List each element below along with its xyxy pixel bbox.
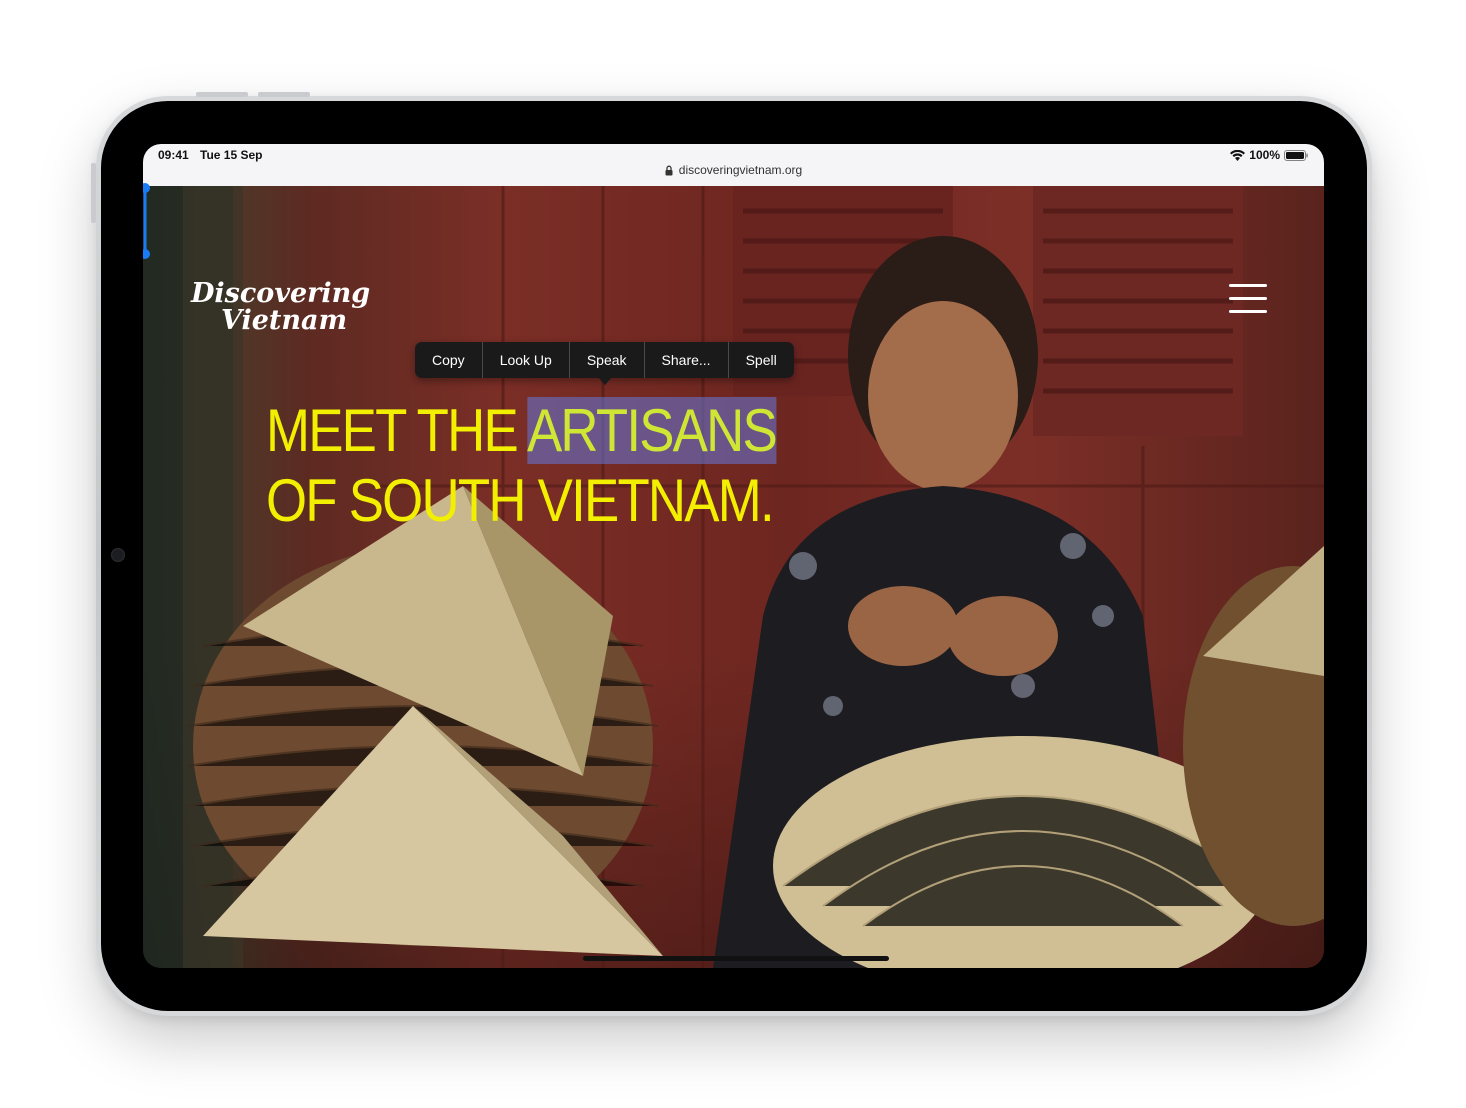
screen: 09:41 Tue 15 Sep 100% discoveringvietnam… [143,144,1324,968]
selected-text[interactable]: ARTISANS [526,397,778,464]
top-button [196,92,248,97]
wifi-icon [1230,149,1246,161]
headline-line-1: MEET THE ARTISANS [266,396,778,466]
status-indicators: 100% [1230,148,1308,162]
site-logo[interactable]: Discovering Vietnam [191,280,370,334]
spell-menu-item[interactable]: Spell [729,342,794,378]
lock-icon [665,165,673,175]
battery-percentage: 100% [1249,148,1280,162]
hero-headline: MEET THE ARTISANS OF SOUTH VIETNAM. [266,396,778,536]
hero-image: Discovering Vietnam Copy Look Up Speak S… [143,183,1324,968]
address-bar[interactable]: discoveringvietnam.org [143,163,1324,177]
copy-menu-item[interactable]: Copy [415,342,483,378]
logo-line-2: Vietnam [221,305,348,336]
status-bar: 09:41 Tue 15 Sep 100% discoveringvietnam… [143,144,1324,187]
home-indicator[interactable] [583,956,889,961]
volume-button [258,92,310,97]
text-selection-menu: Copy Look Up Speak Share... Spell [415,342,794,378]
url-text: discoveringvietnam.org [678,163,803,177]
speak-menu-item[interactable]: Speak [570,342,645,378]
headline-text: MEET THE [266,397,527,464]
look-up-menu-item[interactable]: Look Up [483,342,570,378]
status-time: 09:41 [158,148,189,162]
selection-end-handle[interactable] [143,186,150,259]
hamburger-menu-icon[interactable] [1229,284,1267,314]
share-menu-item[interactable]: Share... [645,342,729,378]
battery-icon [1284,149,1308,161]
front-camera [111,548,125,562]
side-button [91,163,96,223]
status-date: Tue 15 Sep [200,148,263,162]
menu-pointer [598,377,612,385]
headline-line-2: OF SOUTH VIETNAM. [266,467,775,534]
